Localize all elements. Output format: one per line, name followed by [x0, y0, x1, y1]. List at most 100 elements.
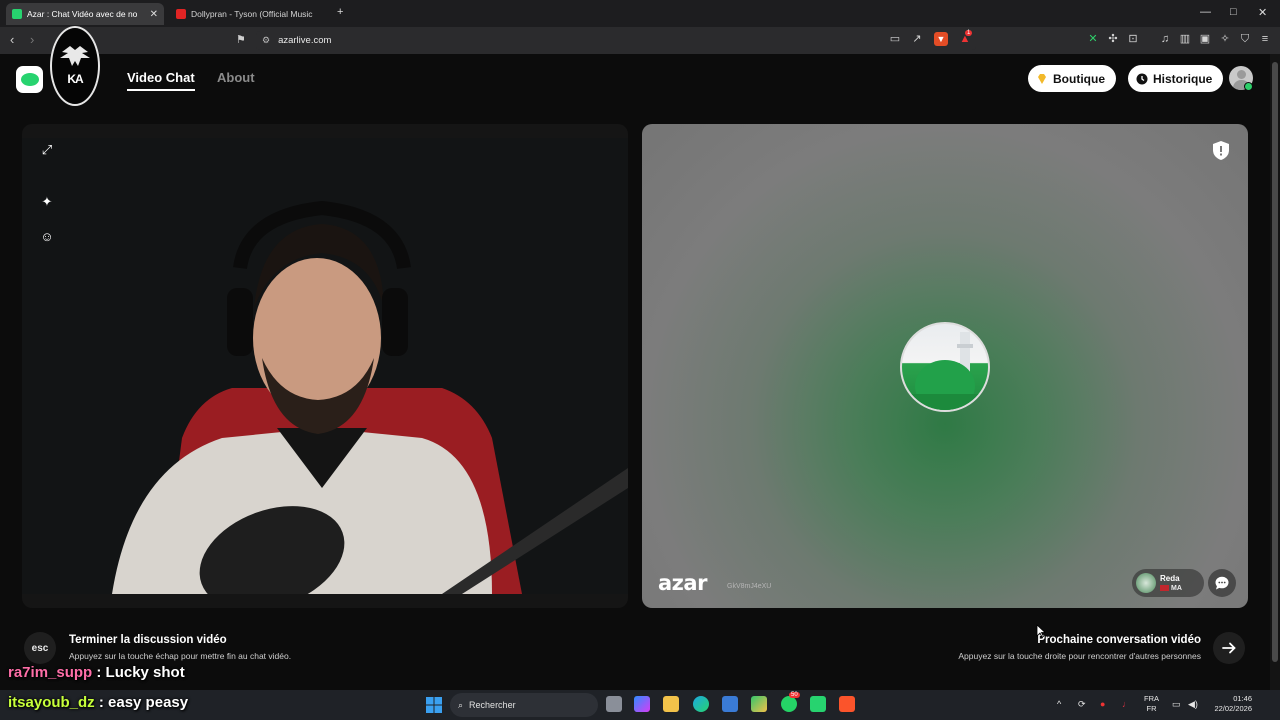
chat-text: : Lucky shot — [96, 664, 185, 681]
local-video-panel: ⤢ ✦ ☺ — [22, 124, 628, 608]
whatsapp-icon[interactable] — [781, 696, 797, 712]
close-window-button[interactable]: ✕ — [1258, 6, 1267, 19]
face-filter-icon[interactable]: ☺ — [36, 225, 58, 247]
brave-icon[interactable] — [839, 696, 855, 712]
eagle-icon — [60, 46, 90, 66]
extensions-puzzle-icon[interactable]: ✣ — [1106, 32, 1120, 46]
share-icon[interactable]: ↗ — [910, 32, 924, 46]
language-indicator[interactable]: FRA FR — [1144, 694, 1159, 714]
maximize-button[interactable]: □ — [1230, 6, 1237, 18]
search-icon: ⌕ — [458, 699, 464, 710]
brave-shields-icon[interactable]: ▼ — [934, 32, 948, 46]
menu-icon[interactable]: ≡ — [1258, 32, 1272, 46]
end-chat-hint: Appuyez sur la touche échap pour mettre … — [69, 651, 292, 661]
windows-start-icon[interactable] — [426, 697, 442, 713]
brave-tray-icon[interactable]: ● — [1100, 699, 1105, 709]
online-status-dot — [1244, 82, 1253, 91]
historique-label: Historique — [1153, 71, 1213, 86]
next-chat-button[interactable] — [1213, 632, 1245, 664]
vpn-shield-icon[interactable]: ⛉ — [1238, 32, 1252, 46]
chat-button[interactable] — [1208, 569, 1236, 597]
taskbar-search-label: Rechercher — [469, 700, 516, 710]
tab-title: Azar : Chat Vidéo avec de no — [27, 9, 138, 19]
system-clock[interactable]: 01:46 22/02/2026 — [1208, 694, 1252, 714]
session-id: GkV8mJ4eXU — [727, 583, 772, 590]
partner-avatar — [1136, 573, 1156, 593]
emblem-text: KA — [67, 72, 83, 86]
sidebar-icon[interactable]: ▥ — [1178, 32, 1192, 46]
partner-country: MA — [1160, 584, 1182, 593]
leo-ai-icon[interactable]: ✧ — [1218, 32, 1232, 46]
esc-key-button[interactable]: esc — [24, 632, 56, 664]
wallet-icon[interactable]: ▣ — [1198, 32, 1212, 46]
magic-wand-icon[interactable]: ✦ — [36, 191, 58, 213]
address-bar[interactable]: ⚙ azarlive.com — [256, 31, 976, 50]
next-chat-hint: Appuyez sur la touche droite pour rencon… — [958, 651, 1201, 661]
taskbar-search[interactable]: ⌕ Rechercher — [450, 693, 598, 717]
url-text: azarlive.com — [278, 35, 332, 46]
azar-page: Video Chat About Boutique Historique ⤢ ✦… — [0, 54, 1270, 690]
game-icon[interactable] — [751, 696, 767, 712]
boutique-button[interactable]: Boutique — [1028, 65, 1116, 92]
mic-icon[interactable]: ♩ — [1122, 699, 1131, 709]
site-info-icon[interactable]: ⚙ — [262, 35, 270, 46]
mouse-cursor-icon — [1036, 624, 1046, 638]
tab-azar[interactable]: Azar : Chat Vidéo avec de no ✕ — [6, 3, 164, 25]
azar-watermark: azar — [658, 571, 707, 595]
azar-logo-icon[interactable] — [16, 66, 43, 93]
new-tab-button[interactable]: + — [337, 6, 343, 18]
clock-icon — [1136, 73, 1148, 84]
copilot-icon[interactable] — [634, 696, 650, 712]
streamer-emblem-logo: KA — [50, 26, 100, 106]
tab-youtube[interactable]: Dollypran - Tyson (Official Music — [170, 3, 330, 25]
store-icon[interactable] — [722, 696, 738, 712]
tab-title: Dollypran - Tyson (Official Music — [191, 9, 313, 19]
nav-about[interactable]: About — [217, 70, 255, 85]
tray-chevron-icon[interactable]: ^ — [1057, 699, 1061, 709]
green-dome-image — [902, 332, 988, 410]
partner-country-code: MA — [1171, 584, 1182, 592]
clock-date: 22/02/2026 — [1214, 704, 1252, 713]
sync-icon[interactable]: ⟳ — [1078, 699, 1086, 710]
volume-icon[interactable]: ◀) — [1188, 699, 1198, 710]
expand-icon[interactable]: ⤢ — [36, 139, 58, 161]
nav-video-chat[interactable]: Video Chat — [127, 70, 195, 85]
azar-app-icon[interactable] — [810, 696, 826, 712]
chat-username: itsayoub_dz — [8, 694, 95, 711]
end-chat-title: Terminer la discussion vidéo — [69, 634, 227, 646]
close-tab-icon[interactable]: ✕ — [144, 9, 158, 20]
browser-toolbar: ‹ › ⚑ ⚙ azarlive.com ▭ ↗ ▼ ▲ 1 ✕ ✣ ⊡ ♫ ▥… — [0, 27, 1280, 54]
remote-video-panel: azar GkV8mJ4eXU Reda MA — [642, 124, 1248, 608]
page-scrollbar[interactable] — [1270, 54, 1280, 690]
chat-bubble-icon — [1215, 576, 1229, 590]
stream-chat-message: itsayoub_dz : easy peasy — [8, 694, 188, 711]
forward-icon[interactable]: › — [30, 32, 34, 47]
task-view-icon[interactable] — [606, 696, 622, 712]
youtube-favicon-icon — [176, 9, 186, 19]
keyboard-layout: FR — [1146, 704, 1157, 713]
partner-info-chip[interactable]: Reda MA — [1132, 569, 1204, 597]
report-shield-icon[interactable] — [1213, 141, 1229, 160]
network-icon[interactable]: ▭ — [1172, 699, 1181, 710]
file-explorer-icon[interactable] — [663, 696, 679, 712]
partner-name: Reda — [1160, 573, 1180, 583]
back-icon[interactable]: ‹ — [10, 32, 14, 47]
media-icon[interactable]: ♫ — [1158, 32, 1172, 46]
screenshot-icon[interactable]: ⊡ — [1126, 32, 1140, 46]
whatsapp-badge: 50 — [789, 692, 800, 698]
azar-favicon-icon — [12, 9, 22, 19]
extension-x-icon[interactable]: ✕ — [1086, 32, 1100, 46]
cast-icon[interactable]: ▭ — [888, 32, 902, 46]
minimize-button[interactable]: — — [1200, 6, 1211, 18]
nav-active-underline — [127, 89, 195, 91]
edge-icon[interactable] — [693, 696, 709, 712]
clock-time: 01:46 — [1233, 694, 1252, 703]
stream-chat-message: ra7im_supp : Lucky shot — [8, 664, 185, 681]
next-chat-title: Prochaine conversation vidéo — [1037, 634, 1201, 646]
gem-icon — [1038, 73, 1046, 84]
arrow-right-icon — [1222, 642, 1236, 654]
historique-button[interactable]: Historique — [1128, 65, 1224, 92]
language-code: FRA — [1144, 694, 1159, 703]
bookmark-icon[interactable]: ⚑ — [236, 33, 246, 46]
chat-username: ra7im_supp — [8, 664, 93, 681]
